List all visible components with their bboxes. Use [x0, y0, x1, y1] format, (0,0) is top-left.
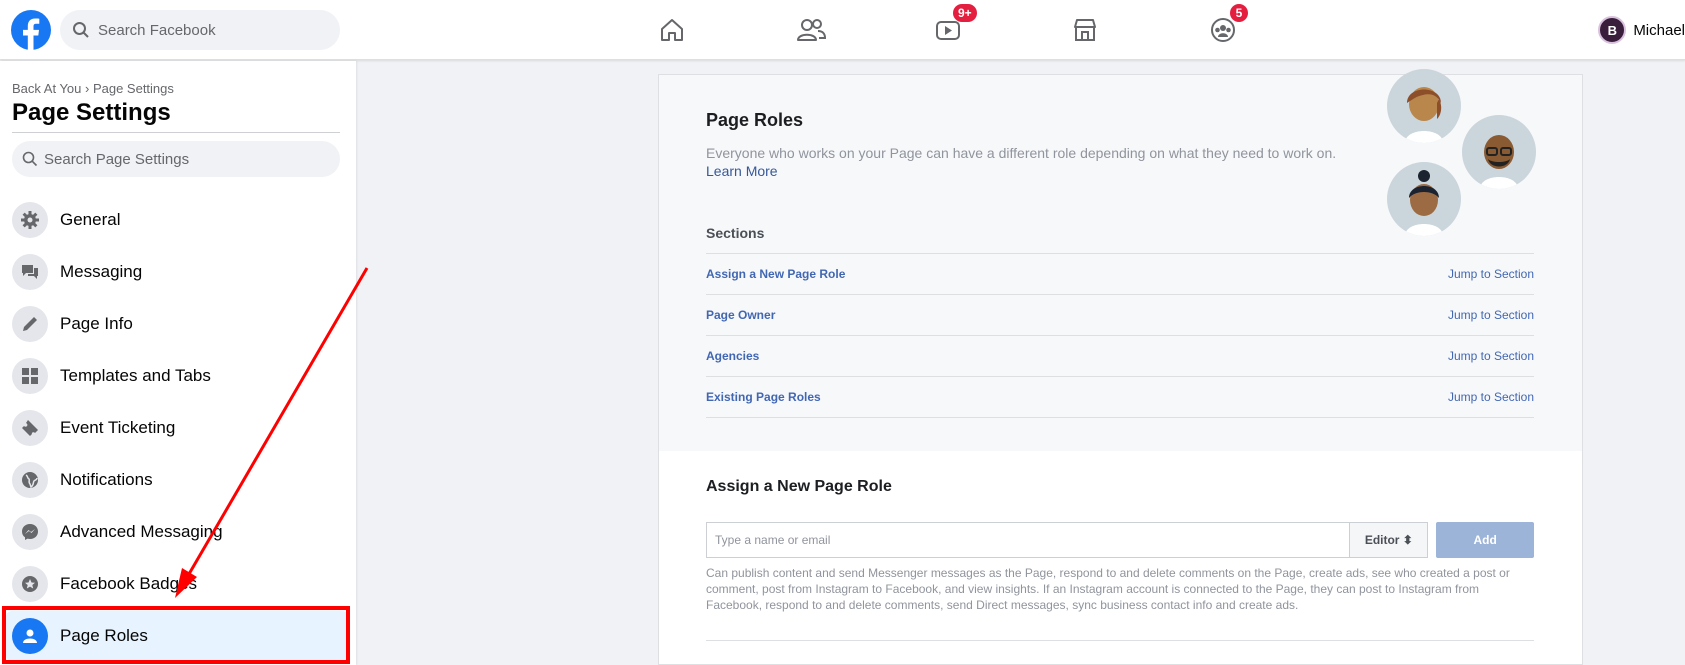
learn-more-link[interactable]: Learn More [706, 163, 778, 179]
divider [12, 132, 340, 133]
sidebar-item-general[interactable]: General [6, 195, 348, 245]
jump-to-section-link[interactable]: Jump to Section [1448, 267, 1534, 281]
settings-search-input[interactable] [44, 150, 324, 168]
sidebar-item-label: Advanced Messaging [60, 522, 223, 541]
sidebar-item-label: General [60, 210, 121, 229]
avatar: B [1598, 16, 1627, 44]
sidebar-item-advanced-messaging[interactable]: Advanced Messaging [6, 507, 348, 557]
jump-to-section-link[interactable]: Jump to Section [1448, 390, 1534, 404]
watch-notification-badge: 9+ [953, 4, 977, 22]
globe-icon [12, 462, 48, 498]
chat-icon [12, 254, 48, 290]
role-dropdown[interactable]: Editor ⬍ [1349, 522, 1429, 558]
friends-icon [797, 19, 826, 41]
section-link[interactable]: Page Owner [706, 308, 775, 322]
section-row[interactable]: Page Owner Jump to Section [706, 294, 1534, 335]
section-row[interactable]: Agencies Jump to Section [706, 335, 1534, 376]
sidebar-item-page-info[interactable]: Page Info [6, 299, 348, 349]
section-link[interactable]: Existing Page Roles [706, 390, 821, 404]
illustration-avatar [1462, 115, 1536, 189]
divider [706, 417, 1534, 418]
sidebar-title: Page Settings [12, 99, 171, 126]
role-description-text: Can publish content and send Messenger m… [706, 566, 1510, 612]
top-navigation-bar: 9+ 5 B Michael [0, 0, 1685, 60]
page-settings-sidebar: Back At You › Page Settings Page Setting… [0, 61, 356, 665]
nav-friends[interactable] [791, 12, 831, 48]
sidebar-item-templates-and-tabs[interactable]: Templates and Tabs [6, 351, 348, 401]
sidebar-item-event-ticketing[interactable]: Event Ticketing [6, 403, 348, 453]
sidebar-item-label: Facebook Badges [60, 574, 198, 593]
name-or-email-input[interactable] [706, 522, 1350, 558]
assign-role-heading: Assign a New Page Role [706, 478, 892, 495]
jump-to-section-link[interactable]: Jump to Section [1448, 308, 1534, 322]
breadcrumb[interactable]: Back At You › Page Settings [12, 81, 174, 96]
nav-home[interactable] [652, 12, 692, 48]
divider [706, 640, 1534, 641]
section-link[interactable]: Assign a New Page Role [706, 267, 845, 281]
sidebar-item-page-roles[interactable]: Page Roles [6, 611, 348, 661]
profile-name: Michael [1633, 21, 1685, 39]
person-icon [12, 618, 48, 654]
settings-search-box[interactable] [12, 141, 340, 177]
sidebar-item-label: Page Info [60, 314, 133, 333]
grid-icon [12, 358, 48, 394]
nav-marketplace[interactable] [1065, 12, 1105, 48]
facebook-search-box[interactable] [60, 10, 340, 50]
facebook-logo[interactable] [11, 10, 51, 50]
pencil-icon [12, 306, 48, 342]
sidebar-item-label: Notifications [60, 470, 153, 489]
sidebar-item-label: Messaging [60, 262, 143, 281]
page-title: Page Roles [706, 110, 804, 130]
sidebar-item-facebook-badges[interactable]: Facebook Badges [6, 559, 348, 609]
marketplace-icon [1074, 19, 1096, 41]
page-roles-header: Page Roles Everyone who works on your Pa… [659, 69, 1582, 451]
page-roles-description: Everyone who works on your Page can have… [706, 145, 1337, 161]
sidebar-item-messaging[interactable]: Messaging [6, 247, 348, 297]
sections-label: Sections [706, 225, 765, 241]
groups-notification-badge: 5 [1230, 4, 1248, 22]
section-row[interactable]: Assign a New Page Role Jump to Section [706, 253, 1534, 294]
sidebar-item-label: Event Ticketing [60, 418, 176, 437]
messenger-icon [12, 514, 48, 550]
section-link[interactable]: Agencies [706, 349, 759, 363]
page-roles-card: Page Roles Everyone who works on your Pa… [658, 69, 1583, 665]
sidebar-item-label: Page Roles [60, 626, 148, 645]
profile-shortcut[interactable]: B Michael [1598, 14, 1685, 46]
assign-role-form: Editor ⬍ Add [706, 522, 1534, 558]
search-icon [73, 22, 89, 38]
illustration-avatar [1387, 69, 1461, 143]
facebook-search-input[interactable] [98, 21, 318, 39]
badge-icon [12, 566, 48, 602]
add-role-button[interactable]: Add [1436, 522, 1534, 558]
illustration-avatar [1387, 162, 1461, 236]
gear-icon [12, 202, 48, 238]
sidebar-item-notifications[interactable]: Notifications [6, 455, 348, 505]
ticket-icon [12, 410, 48, 446]
home-icon [661, 19, 683, 41]
jump-to-section-link[interactable]: Jump to Section [1448, 349, 1534, 363]
section-row[interactable]: Existing Page Roles Jump to Section [706, 376, 1534, 417]
sidebar-item-label: Templates and Tabs [60, 366, 211, 385]
search-icon [22, 151, 38, 167]
